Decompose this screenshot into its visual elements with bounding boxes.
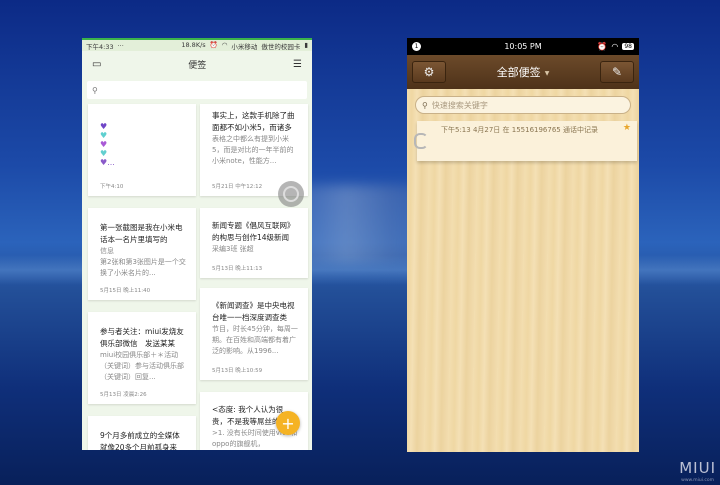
add-note-button[interactable]: + [276, 411, 300, 435]
page-title: 便签 [188, 60, 207, 71]
note-title: 第一张截图是我在小米电话本一名片里填写的 [100, 223, 183, 244]
status-bar: 下午4:33 ··· 18.8K/s ⏰ ◠ 小米移动 傲世的校园卡 ▮ [82, 38, 312, 51]
note-card[interactable]: 新闻专题《倡风互联网》的构思与创作14级新闻 采编3班 张超 5月13日 晚上1… [200, 208, 308, 278]
note-date: 5月13日 晚上11:13 [212, 266, 263, 272]
heart-icon: ♥... [100, 158, 115, 167]
toolbar: ⚙ 全部便签 ▼ ✎ [407, 55, 639, 89]
paperclip-icon [414, 133, 428, 149]
network-speed: 18.8K/s [181, 40, 206, 49]
search-placeholder: 快速搜索关键字 [431, 100, 488, 110]
search-icon: ⚲ [92, 85, 98, 95]
note-title: 参与者关注：miui发烧友俱乐部微信 发送某某 [100, 327, 184, 348]
heart-icon: ♥ [100, 131, 108, 140]
star-icon[interactable]: ★ [623, 123, 631, 133]
note-title: 《新闻调查》是中央电视台唯一一档深度调查类 [212, 301, 295, 322]
search-icon: ⚲ [422, 100, 428, 110]
note-body: 采编3班 张超 [212, 245, 254, 253]
settings-button[interactable]: ⚙ [412, 61, 446, 83]
battery-icon: ▮ [304, 40, 308, 49]
search-input[interactable]: ⚲ [87, 81, 307, 99]
toolbar: ▭ 便签 ☰ [82, 51, 312, 77]
note-date: 5月13日 晚上10:59 [212, 368, 263, 374]
note-card[interactable]: ♥ ♥ ♥ ♥ ♥... 下午4:10 [88, 104, 196, 196]
search-input[interactable]: ⚲ 快速搜索关键字 [415, 96, 631, 114]
note-body: 节目，时长45分钟，每周一期。在百姓和高端都有着广泛的影响。从1996... [212, 325, 298, 355]
wifi-icon: ◠ [221, 40, 228, 49]
note-card[interactable]: 9个月多前成立的全媒体就像20多个月前孤身来 [88, 416, 196, 450]
gear-icon: ⚙ [423, 65, 435, 79]
note-title: 新闻专题《倡风互联网》的构思与创作14级新闻 [212, 221, 295, 242]
caret-down-icon: ▼ [544, 69, 550, 77]
carrier-1: 小米移动 [231, 42, 258, 51]
note-text: 下午5:13 4月27日 在 15516196765 通话中记录 [441, 126, 598, 134]
edit-icon: ✎ [611, 65, 623, 79]
heart-icon: ♥ [100, 122, 108, 131]
note-date: 下午4:10 [100, 184, 124, 190]
new-note-button[interactable]: ✎ [600, 61, 634, 83]
status-bar: 1 10:05 PM ⏰ ◠ 98 [407, 38, 639, 55]
miui-watermark-url: www.miui.com [681, 478, 714, 483]
page-title: 全部便签 [496, 66, 541, 79]
note-date: 5月13日 凌晨2:26 [100, 392, 147, 398]
note-body: 信息 第2张和第3张图片是一个交换了小米名片的... [100, 247, 186, 277]
status-time: 10:05 PM [504, 42, 542, 51]
right-phone-screen: 1 10:05 PM ⏰ ◠ 98 ⚙ 全部便签 ▼ ✎ ⚲ 快速搜索关键字 下午… [407, 38, 639, 452]
note-body: miui校园俱乐部＋＊活动（关键词）参与活动俱乐部（关键词）回复... [100, 351, 184, 381]
heart-icon: ♥ [100, 149, 108, 158]
hearts-list: ♥ ♥ ♥ ♥ ♥... [100, 122, 186, 167]
note-card[interactable]: 《新闻调查》是中央电视台唯一一档深度调查类 节目，时长45分钟，每周一期。在百姓… [200, 288, 308, 380]
note-card[interactable]: 参与者关注：miui发烧友俱乐部微信 发送某某 miui校园俱乐部＋＊活动（关键… [88, 312, 196, 404]
note-body: 表格之中都么有提到小米5，而是对比的一年半前的小米note，性能方... [212, 135, 294, 165]
note-item[interactable]: 下午5:13 4月27日 在 15516196765 通话中记录 ★ [414, 121, 637, 161]
status-dots: ··· [117, 41, 124, 50]
note-date: 5月21日 中午12:12 [212, 184, 263, 190]
miui-watermark: MIUI [679, 459, 716, 477]
carrier-2: 傲世的校园卡 [261, 42, 301, 51]
note-title: 9个月多前成立的全媒体就像20多个月前孤身来 [100, 431, 180, 450]
status-time: 下午4:33 [86, 42, 114, 51]
alarm-icon: ⏰ [209, 40, 218, 49]
plus-icon: + [281, 413, 295, 433]
note-date: 5月15日 晚上11:40 [100, 288, 151, 294]
note-title: 事实上，这款手机除了曲面都不如小米5，而诸多 [212, 111, 295, 132]
floating-assist-button[interactable] [278, 181, 304, 207]
heart-icon: ♥ [100, 140, 108, 149]
folder-icon[interactable]: ▭ [92, 59, 101, 70]
note-card[interactable]: 第一张截图是我在小米电话本一名片里填写的 信息 第2张和第3张图片是一个交换了小… [88, 208, 196, 300]
circle-icon [283, 186, 299, 202]
menu-icon[interactable]: ☰ [293, 59, 302, 70]
left-phone-screen: 下午4:33 ··· 18.8K/s ⏰ ◠ 小米移动 傲世的校园卡 ▮ ▭ 便… [82, 38, 312, 450]
